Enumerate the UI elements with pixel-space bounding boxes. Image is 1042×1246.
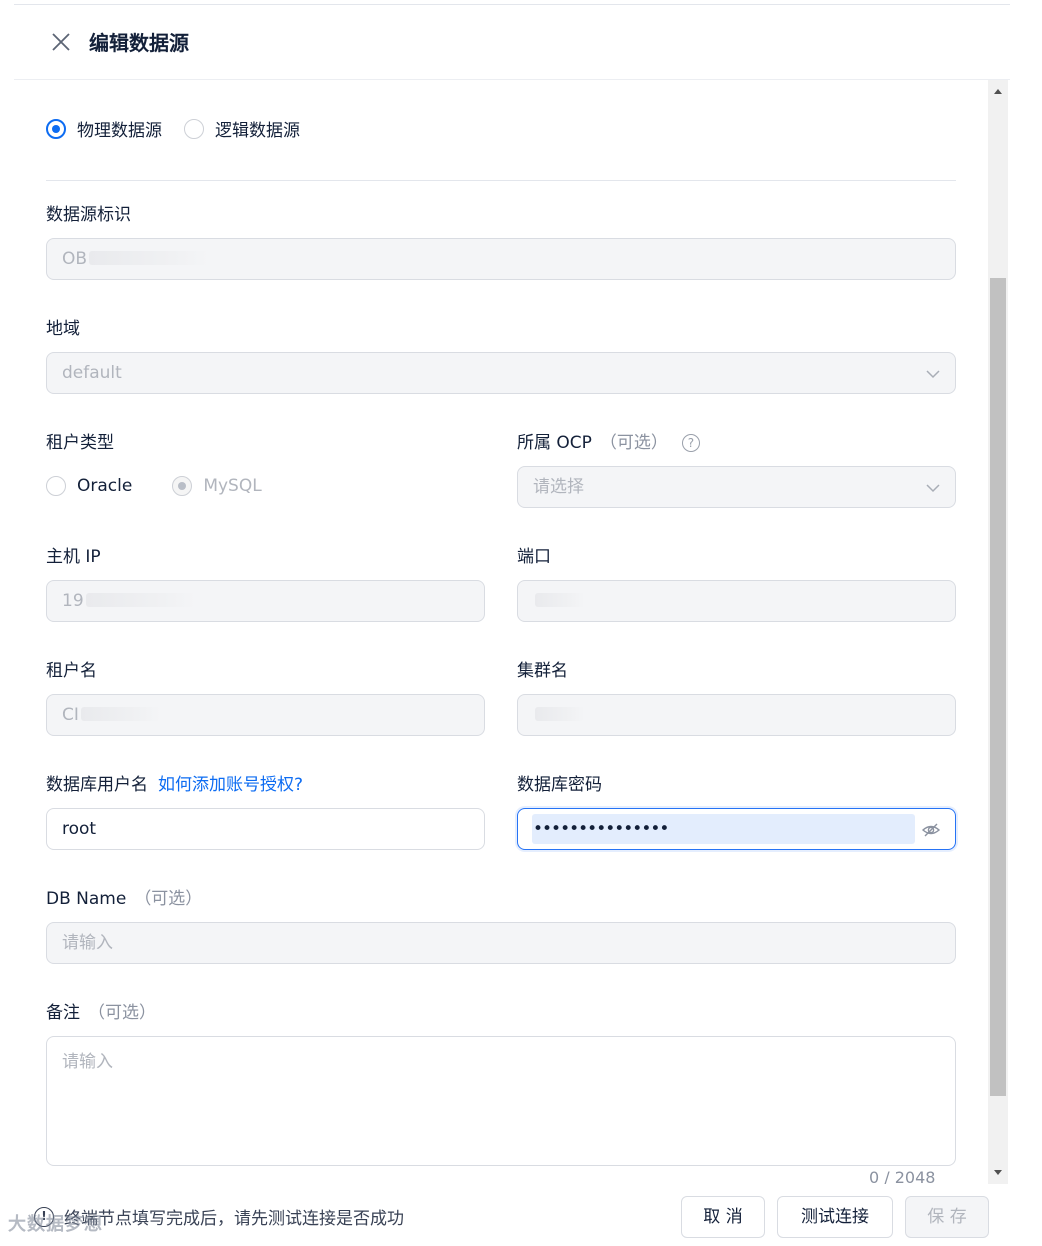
tenant-name-label: 租户名 — [46, 661, 97, 681]
optional-tag: （可选） — [88, 1003, 156, 1023]
test-connection-button[interactable]: 测试连接 — [777, 1196, 893, 1238]
cluster-name-label: 集群名 — [517, 661, 568, 681]
cancel-button[interactable]: 取 消 — [681, 1196, 765, 1238]
form-scroll-area: 物理数据源 逻辑数据源 数据源标识 OB 地域 default 租户类型 Ora… — [14, 80, 1010, 1184]
db-password-label: 数据库密码 — [517, 775, 602, 795]
redaction-mask — [535, 707, 585, 721]
radio-unchecked-icon — [184, 118, 204, 139]
db-name-label: DB Name （可选） — [46, 884, 202, 909]
host-ip-input[interactable]: 19 — [46, 580, 485, 622]
db-name-input[interactable]: 请输入 — [46, 922, 956, 964]
source-id-input[interactable]: OB — [46, 238, 956, 280]
add-account-auth-link[interactable]: 如何添加账号授权? — [158, 775, 303, 795]
ocp-label: 所属 OCP （可选）? — [517, 428, 700, 453]
tenant-type-label: 租户类型 — [46, 433, 114, 453]
redaction-mask — [80, 707, 161, 721]
tenant-name-input[interactable]: CI — [46, 694, 485, 736]
redaction-mask — [89, 251, 210, 265]
host-ip-value: 19 — [62, 591, 84, 611]
source-type-radio-group: 物理数据源 逻辑数据源 — [46, 116, 322, 141]
tenant-name-value: CI — [62, 705, 79, 725]
ocp-label-text: 所属 OCP — [517, 433, 592, 453]
db-password-input[interactable]: ••••••••••••••• — [517, 808, 956, 850]
db-user-value: root — [62, 819, 97, 839]
redaction-mask — [85, 593, 196, 607]
scroll-down-arrow-icon[interactable] — [988, 1164, 1008, 1182]
radio-label: 逻辑数据源 — [215, 121, 300, 141]
redaction-mask — [535, 593, 585, 607]
drawer-header: 编辑数据源 — [14, 5, 1010, 80]
help-circle-icon[interactable]: ? — [681, 434, 700, 452]
db-name-label-text: DB Name — [46, 889, 127, 909]
divider — [46, 180, 956, 181]
remark-label: 备注 （可选） — [46, 998, 156, 1023]
db-user-input[interactable]: root — [46, 808, 485, 850]
db-name-placeholder: 请输入 — [62, 933, 113, 953]
remark-placeholder: 请输入 — [62, 1052, 113, 1072]
optional-tag: （可选） — [134, 889, 203, 909]
radio-checked-icon — [46, 118, 66, 139]
remark-label-text: 备注 — [46, 1003, 80, 1023]
port-input[interactable] — [517, 580, 956, 622]
source-id-label: 数据源标识 — [46, 205, 131, 225]
ocp-select[interactable]: 请选择 — [517, 466, 956, 508]
remark-textarea[interactable]: 请输入 — [46, 1036, 956, 1166]
region-select[interactable]: default — [46, 352, 956, 394]
drawer-title: 编辑数据源 — [89, 31, 189, 55]
eye-off-icon[interactable] — [921, 820, 941, 840]
remark-char-counter: 0 / 2048 — [869, 1168, 936, 1184]
edit-datasource-drawer: 编辑数据源 物理数据源 逻辑数据源 数据源标识 OB 地域 default 租户… — [0, 0, 1042, 1246]
db-password-value: ••••••••••••••• — [533, 819, 669, 839]
scroll-thumb[interactable] — [990, 278, 1006, 1096]
radio-unchecked-icon — [46, 476, 66, 496]
chevron-down-icon — [926, 484, 940, 493]
optional-tag: （可选） — [599, 433, 668, 453]
scroll-up-arrow-icon[interactable] — [988, 82, 1008, 100]
drawer-footer: ! 终端节点填写完成后，请先测试连接是否成功 取 消 测试连接 保 存 — [14, 1186, 1010, 1246]
vertical-scrollbar[interactable] — [988, 80, 1008, 1184]
footer-tip-text: 终端节点填写完成后，请先测试连接是否成功 — [64, 1209, 404, 1229]
radio-oracle[interactable]: Oracle — [46, 476, 132, 496]
chevron-down-icon — [926, 370, 940, 379]
radio-physical-source[interactable]: 物理数据源 — [46, 116, 162, 141]
info-circle-icon: ! — [34, 1206, 54, 1227]
region-value: default — [62, 363, 122, 383]
radio-label: MySQL — [203, 476, 262, 496]
region-label: 地域 — [46, 319, 80, 339]
footer-tip: ! 终端节点填写完成后，请先测试连接是否成功 — [34, 1204, 404, 1229]
radio-logical-source[interactable]: 逻辑数据源 — [184, 116, 300, 141]
db-user-label-text: 数据库用户名 — [46, 775, 148, 795]
save-button[interactable]: 保 存 — [905, 1196, 989, 1238]
radio-label: Oracle — [77, 476, 133, 496]
port-label: 端口 — [517, 547, 551, 567]
radio-label: 物理数据源 — [77, 121, 162, 141]
db-user-label: 数据库用户名 如何添加账号授权? — [46, 770, 303, 795]
radio-mysql[interactable]: MySQL — [172, 476, 262, 496]
close-icon[interactable] — [50, 31, 72, 53]
source-id-value: OB — [62, 249, 88, 269]
cluster-name-input[interactable] — [517, 694, 956, 736]
host-ip-label: 主机 IP — [46, 547, 101, 567]
tenant-type-radio-group: Oracle MySQL — [46, 476, 284, 496]
radio-checked-disabled-icon — [172, 476, 193, 496]
ocp-placeholder: 请选择 — [533, 477, 584, 497]
